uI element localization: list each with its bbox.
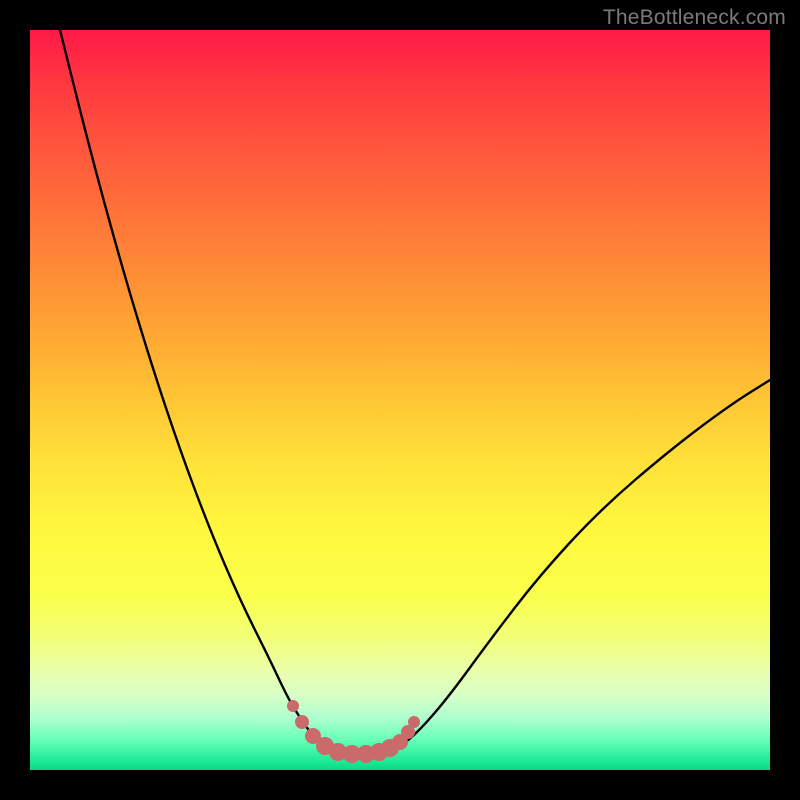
watermark-text: TheBottleneck.com bbox=[603, 6, 786, 30]
curve-svg bbox=[30, 30, 770, 770]
bottleneck-curve bbox=[60, 30, 770, 754]
curve-marker bbox=[408, 716, 420, 728]
curve-marker bbox=[295, 715, 309, 729]
plot-area bbox=[30, 30, 770, 770]
outer-frame: TheBottleneck.com bbox=[0, 0, 800, 800]
curve-marker bbox=[287, 700, 299, 712]
marker-group bbox=[287, 700, 420, 763]
